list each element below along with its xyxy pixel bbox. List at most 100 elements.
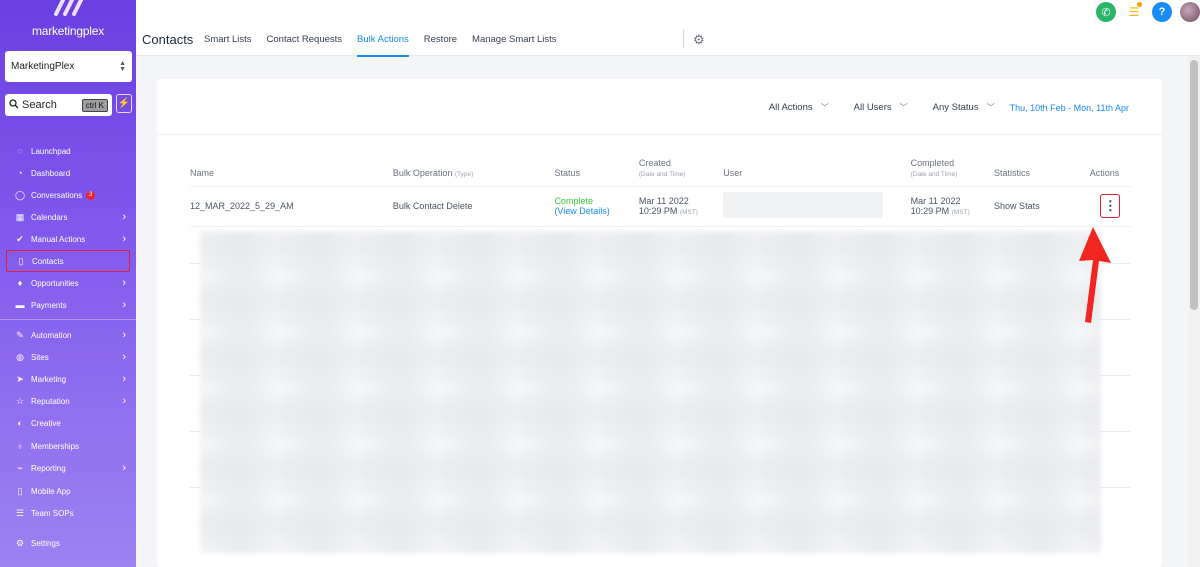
tab-contact-requests[interactable]: Contact Requests: [267, 34, 343, 57]
status-filter[interactable]: Any Status ﹀: [933, 102, 995, 113]
help-icon[interactable]: ?: [1152, 2, 1172, 22]
page-title: Contacts: [142, 32, 194, 47]
phone-icon[interactable]: ✆: [1096, 2, 1116, 22]
tab-smart-lists[interactable]: Smart Lists: [204, 34, 252, 57]
status-filter-label: Any Status: [932, 102, 979, 113]
sidebar-item-reporting[interactable]: ⌁ Reporting ›: [6, 457, 130, 479]
completed-date: Mar 11 2022: [910, 196, 961, 206]
col-created-label: Created: [638, 157, 671, 168]
conversations-badge: 3: [86, 190, 96, 200]
sidebar-item-reputation[interactable]: ☆ Reputation ›: [6, 390, 130, 412]
col-created-sub: (Date and Time): [638, 170, 686, 178]
sidebar-item-label: Settings: [31, 538, 60, 548]
chevron-right-icon: ›: [122, 462, 126, 474]
sidebar-item-creative[interactable]: ◐ Creative: [6, 412, 130, 434]
account-name: MarketingPlex: [11, 61, 75, 72]
tab-restore[interactable]: Restore: [424, 34, 457, 57]
status-complete-text: Complete: [554, 196, 593, 206]
sidebar-item-conversations[interactable]: ◯ Conversations 3: [6, 184, 130, 206]
sidebar-item-settings[interactable]: ⚙ Settings: [6, 532, 130, 554]
sidebar-item-automation[interactable]: ✎ Automation ›: [6, 324, 130, 346]
lightning-icon: ⚡: [117, 98, 131, 109]
col-user-label: User: [723, 167, 743, 178]
completed-tz: (MST): [951, 209, 970, 216]
settings-gear-icon[interactable]: ⚙: [693, 32, 705, 48]
sidebar-item-label: Launchpad: [31, 146, 71, 156]
row-statistics: Show Stats: [994, 186, 1090, 227]
avatar[interactable]: [1180, 2, 1200, 22]
scrollbar[interactable]: [1188, 56, 1200, 567]
chevron-right-icon: ›: [122, 277, 126, 289]
chevron-right-icon: ›: [122, 233, 126, 245]
date-range-picker[interactable]: Thu, 10th Feb - Mon, 11th Apr: [1010, 103, 1129, 113]
gear-icon: ⚙: [15, 537, 25, 548]
logo[interactable]: marketingplex: [0, 0, 136, 44]
users-filter[interactable]: All Users ﹀: [854, 102, 908, 113]
chevron-right-icon: ›: [122, 211, 126, 223]
sidebar-divider: [0, 319, 136, 320]
more-actions-button[interactable]: ⋮: [1100, 194, 1121, 218]
sidebar: marketingplex MarketingPlex ▲ ▼ Search ct…: [0, 0, 136, 567]
sidebar-item-label: Contacts: [32, 256, 64, 266]
row-status: Complete (View Details): [554, 186, 639, 227]
sidebar-item-dashboard[interactable]: ◔ Dashboard: [6, 162, 130, 184]
send-icon: ➤: [16, 373, 24, 384]
logo-text: marketingplex: [31, 24, 105, 38]
sidebar-item-label: Reporting: [31, 463, 66, 473]
sidebar-item-label: Marketing: [31, 374, 67, 384]
automation-icon: ✎: [16, 329, 24, 340]
sidebar-item-memberships[interactable]: ♁ Memberships: [6, 435, 130, 457]
col-operation-sub: (Type): [454, 170, 474, 178]
dashboard-icon: ◔: [17, 168, 23, 178]
table-header-row: Name Bulk Operation (Type) Status Create…: [190, 154, 1131, 187]
tab-bulk-actions[interactable]: Bulk Actions: [357, 34, 409, 57]
tab-manage-smart-lists[interactable]: Manage Smart Lists: [472, 34, 556, 57]
rocket-icon: ◌: [17, 146, 23, 156]
col-actions: Actions: [1089, 154, 1131, 187]
sidebar-item-team-sops[interactable]: ☰ Team SOPs: [6, 502, 130, 524]
tab-separator: [683, 30, 684, 48]
search-label: Search: [22, 99, 57, 111]
chevron-down-icon: ﹀: [899, 103, 908, 112]
col-operation-label: Bulk Operation: [392, 167, 453, 178]
account-switcher[interactable]: MarketingPlex ▲ ▼: [5, 51, 132, 82]
panel-divider: [157, 134, 1162, 135]
sidebar-item-opportunities[interactable]: ♦ Opportunities ›: [6, 272, 130, 294]
sidebar-item-sites[interactable]: ◍ Sites ›: [6, 346, 130, 368]
sidebar-item-label: Dashboard: [31, 168, 71, 178]
notifications-icon[interactable]: ☰: [1124, 2, 1144, 22]
col-completed-sub: (Date and Time): [910, 170, 958, 178]
search-input[interactable]: Search ctrl K: [5, 94, 112, 116]
row-actions: ⋮: [1089, 186, 1131, 227]
sidebar-item-payments[interactable]: ▬ Payments ›: [6, 294, 130, 316]
sidebar-item-label: Mobile App: [31, 486, 71, 496]
top-navigation: Contacts Smart Lists Contact Requests Bu…: [136, 0, 1200, 57]
sidebar-item-label: Calendars: [31, 212, 68, 222]
row-user: [723, 186, 911, 227]
scrollbar-thumb[interactable]: [1190, 60, 1198, 310]
sidebar-item-launchpad[interactable]: ◌ Launchpad: [6, 140, 130, 162]
sidebar-item-label: Reputation: [31, 396, 70, 406]
list-icon: ☰: [15, 507, 25, 518]
quick-action-button[interactable]: ⚡: [116, 94, 132, 113]
col-status-label: Status: [554, 167, 580, 178]
col-user: User: [723, 154, 911, 187]
annotation-arrow-icon: [1079, 227, 1111, 323]
sidebar-item-label: Manual Actions: [31, 234, 86, 244]
sidebar-item-contacts[interactable]: ▯ Contacts: [6, 250, 130, 272]
chevron-right-icon: ›: [122, 351, 126, 363]
view-details-link[interactable]: (View Details): [554, 206, 609, 216]
credit-card-icon: ▬: [15, 300, 25, 310]
funnel-icon: ♦: [17, 278, 23, 288]
palette-icon: ◐: [17, 418, 23, 428]
globe-icon: ◍: [16, 351, 24, 362]
sidebar-item-manual-actions[interactable]: ✔ Manual Actions ›: [6, 228, 130, 250]
chevron-down-icon: ﹀: [986, 103, 995, 112]
chart-icon: ⌁: [17, 462, 23, 473]
sidebar-item-mobile-app[interactable]: ▯ Mobile App: [6, 480, 130, 502]
actions-filter[interactable]: All Actions ﹀: [769, 102, 829, 113]
chevron-right-icon: ›: [122, 395, 126, 407]
sidebar-item-calendars[interactable]: ▦ Calendars ›: [6, 206, 130, 228]
show-stats-link[interactable]: Show Stats: [994, 201, 1040, 211]
sidebar-item-marketing[interactable]: ➤ Marketing ›: [6, 368, 130, 390]
